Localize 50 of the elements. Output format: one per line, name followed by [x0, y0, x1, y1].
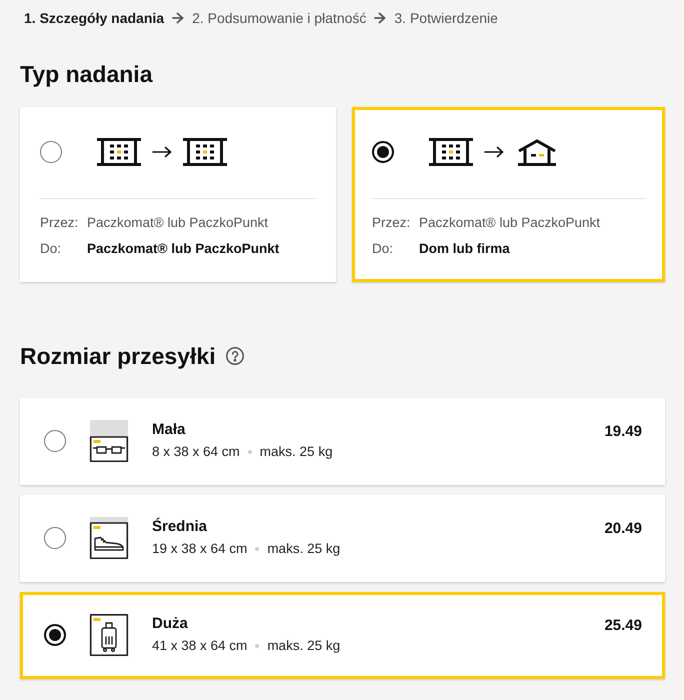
- destination-label: Do:: [372, 240, 394, 258]
- destination-value: Dom lub firma: [419, 240, 511, 258]
- arrow-icon: [374, 12, 386, 24]
- arrow-icon: [152, 146, 172, 158]
- via-value: Paczkomat® lub PaczkoPunkt: [419, 214, 600, 232]
- size-dimensions: 41 x 38 x 64 cm: [152, 637, 248, 655]
- separator-dot-icon: [255, 547, 260, 551]
- parcel-size-option[interactable]: Średnia 19 x 38 x 64 cm maks. 25 kg 20.49: [20, 495, 665, 582]
- parcel-size-option[interactable]: Duża 41 x 38 x 64 cm maks. 25 kg 25.49: [20, 592, 665, 679]
- arrow-icon: [484, 146, 504, 158]
- size-name: Mała: [152, 420, 186, 440]
- radio-button[interactable]: [44, 624, 66, 646]
- shipping-type-card[interactable]: Przez: Paczkomat® lub PaczkoPunkt Do: Dom lub firma: [352, 107, 665, 282]
- price: 20.49: [604, 519, 642, 539]
- destination-label: Do:: [40, 240, 62, 258]
- parcel-size-option[interactable]: Mała 8 x 38 x 64 cm maks. 25 kg 19.49: [20, 398, 665, 485]
- parcel-locker-icon: [97, 138, 141, 166]
- arrow-icon: [172, 12, 184, 24]
- size-dimensions: 19 x 38 x 64 cm: [152, 540, 248, 558]
- medium-parcel-icon: [89, 517, 129, 559]
- step-link[interactable]: 3. Potwierdzenie: [394, 8, 498, 28]
- shipping-type-card[interactable]: Przez: Paczkomat® lub PaczkoPunkt Do: Paczkomat® lub PaczkoPunkt: [20, 107, 336, 282]
- house-icon: [515, 138, 559, 166]
- large-parcel-icon: [89, 614, 129, 656]
- price: 19.49: [604, 422, 642, 442]
- help-icon[interactable]: [226, 347, 244, 365]
- section-title: Rozmiar przesyłki: [20, 342, 216, 371]
- section-title: Typ nadania: [20, 60, 152, 89]
- separator-dot-icon: [248, 450, 252, 454]
- radio-button[interactable]: [44, 527, 66, 549]
- via-label: Przez:: [372, 214, 412, 232]
- radio-button[interactable]: [40, 141, 62, 163]
- max-weight: maks. 25 kg: [260, 443, 333, 461]
- price: 25.49: [604, 616, 642, 636]
- radio-button[interactable]: [44, 430, 66, 452]
- via-label: Przez:: [40, 214, 80, 232]
- step-link[interactable]: 1. Szczegóły nadania: [24, 8, 164, 28]
- small-parcel-icon: [89, 420, 129, 462]
- size-name: Duża: [152, 614, 188, 634]
- separator-dot-icon: [255, 644, 260, 648]
- size-name: Średnia: [152, 517, 208, 537]
- destination-value: Paczkomat® lub PaczkoPunkt: [87, 240, 280, 258]
- parcel-locker-icon: [183, 138, 227, 166]
- max-weight: maks. 25 kg: [267, 637, 340, 655]
- parcel-locker-icon: [429, 138, 473, 166]
- radio-button[interactable]: [372, 141, 394, 163]
- max-weight: maks. 25 kg: [267, 540, 340, 558]
- size-dimensions: 8 x 38 x 64 cm: [152, 443, 240, 461]
- step-link[interactable]: 2. Podsumowanie i płatność: [192, 8, 366, 28]
- via-value: Paczkomat® lub PaczkoPunkt: [87, 214, 270, 232]
